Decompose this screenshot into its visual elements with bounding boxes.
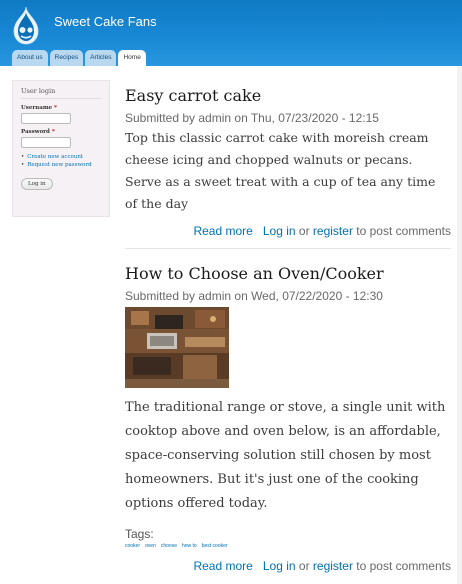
- article-teaser: Easy carrot cake Submitted by admin on T…: [125, 86, 451, 238]
- submitted-info: Submitted by admin on Thu, 07/23/2020 - …: [125, 111, 379, 125]
- request-password-link[interactable]: Request new password: [21, 162, 101, 168]
- tab-about-us[interactable]: About us: [12, 50, 48, 66]
- article-teaser: How to Choose an Oven/Cooker Submitted b…: [125, 264, 451, 573]
- node-body: Top this classic carrot cake with moreis…: [125, 130, 436, 211]
- login-links: Create new account Request new password: [21, 154, 101, 168]
- node-links: Read more Log in or register to post com…: [193, 224, 451, 238]
- main-content: Easy carrot cake Submitted by admin on T…: [125, 86, 451, 573]
- tab-recipes[interactable]: Recipes: [49, 50, 84, 66]
- create-account-link[interactable]: Create new account: [21, 154, 101, 160]
- submitted-info: Submitted by admin on Wed, 07/22/2020 - …: [125, 289, 383, 303]
- tags-field: Tags: cooker oven choose how to best coo…: [125, 527, 451, 549]
- node-title[interactable]: How to Choose an Oven/Cooker: [125, 264, 451, 283]
- block-title: User login: [21, 87, 101, 99]
- tags-label: Tags:: [125, 527, 154, 541]
- username-input[interactable]: [21, 113, 71, 124]
- tab-home[interactable]: Home: [118, 50, 146, 66]
- node-divider: [125, 248, 451, 249]
- tab-articles[interactable]: Articles: [85, 50, 117, 66]
- kitchen-image[interactable]: [125, 307, 229, 388]
- kitchen-photo-icon: [125, 307, 229, 388]
- read-more-link[interactable]: Read more: [193, 559, 252, 573]
- main-menu-tabs: About us Recipes Articles Home: [12, 50, 146, 66]
- tag-link[interactable]: best cooker: [202, 543, 228, 549]
- tag-link[interactable]: oven: [145, 543, 156, 549]
- node-links: Read more Log in or register to post com…: [193, 559, 451, 573]
- page-scrollbar[interactable]: [457, 66, 462, 584]
- password-input[interactable]: [21, 137, 71, 148]
- read-more-link[interactable]: Read more: [193, 224, 252, 238]
- login-link[interactable]: Log in: [263, 224, 296, 238]
- site-name[interactable]: Sweet Cake Fans: [54, 14, 157, 29]
- node-body: The traditional range or stove, a single…: [125, 400, 446, 511]
- tag-link[interactable]: choose: [161, 543, 177, 549]
- node-title[interactable]: Easy carrot cake: [125, 86, 451, 105]
- user-login-block: User login Username * Password * Create …: [12, 80, 110, 217]
- login-link[interactable]: Log in: [263, 559, 296, 573]
- register-link[interactable]: register: [313, 559, 353, 573]
- tag-link[interactable]: how to: [182, 543, 197, 549]
- username-label: Username *: [21, 105, 57, 111]
- password-label: Password *: [21, 129, 55, 135]
- login-button[interactable]: Log in: [21, 178, 53, 190]
- tag-link[interactable]: cooker: [125, 543, 140, 549]
- tag-list: cooker oven choose how to best cooker: [125, 543, 451, 549]
- site-header: Sweet Cake Fans About us Recipes Article…: [0, 0, 462, 66]
- drupal-logo-icon[interactable]: [10, 6, 42, 46]
- register-link[interactable]: register: [313, 224, 353, 238]
